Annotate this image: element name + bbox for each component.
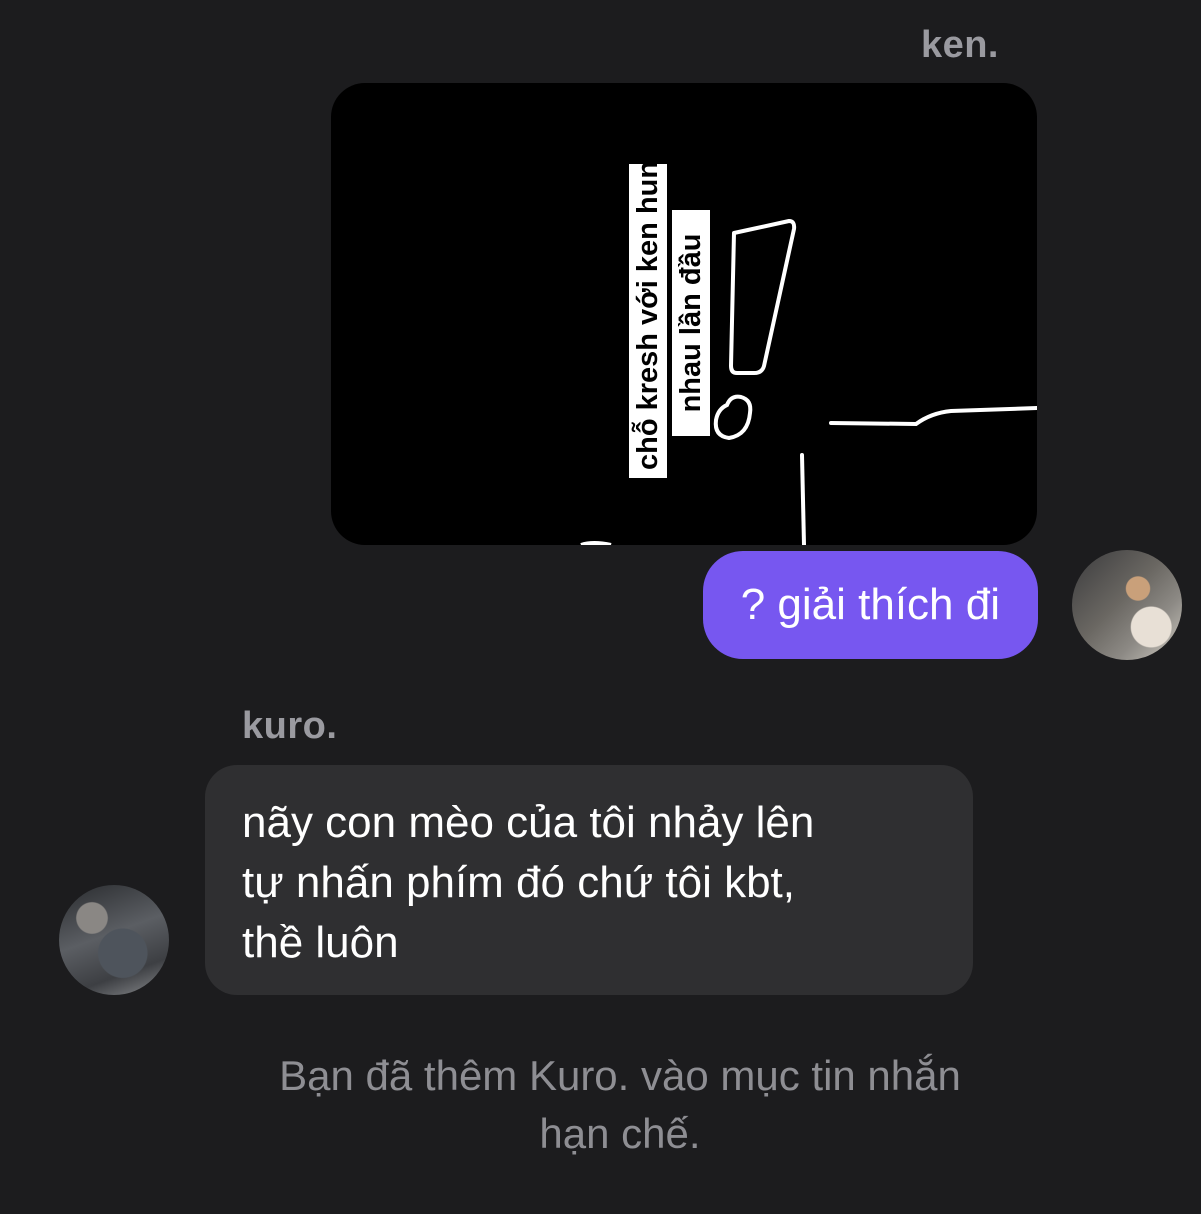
drawn-fragment [580,541,612,545]
system-notice-line1: Bạn đã thêm Kuro. vào mục tin nhắn [279,1052,961,1099]
exclamation-dot-outline [713,394,753,441]
system-notice-line2: hạn chế. [539,1110,701,1157]
exclamation-bar-outline [729,219,797,375]
drawn-vertical-line [800,453,806,545]
outgoing-message-bubble[interactable]: ? giải thích đi [702,551,1038,659]
image-caption-line2: nhau lần đầu [672,210,710,436]
incoming-message-line2: tự nhấn phím đó chứ tôi kbt, [242,858,795,907]
incoming-message-line1: nãy con mèo của tôi nhảy lên [242,798,815,847]
sender-name-kuro: kuro. [242,705,338,747]
avatar-kuro[interactable] [59,885,169,995]
system-notice: Bạn đã thêm Kuro. vào mục tin nhắn hạn c… [180,1047,1060,1163]
sender-name-ken: ken. [920,24,999,66]
incoming-message-bubble[interactable]: nãy con mèo của tôi nhảy lên tự nhấn phí… [205,765,973,995]
outgoing-message-text: ? giải thích đi [740,580,1000,629]
drawn-horizontal-line [829,406,1037,427]
image-caption-line1: chỗ kresh với ken hun [629,161,667,478]
incoming-message-line3: thề luôn [242,918,399,967]
shared-image[interactable]: chỗ kresh với ken hun nhau lần đầu [331,83,1037,545]
avatar-ken[interactable] [1072,550,1182,660]
